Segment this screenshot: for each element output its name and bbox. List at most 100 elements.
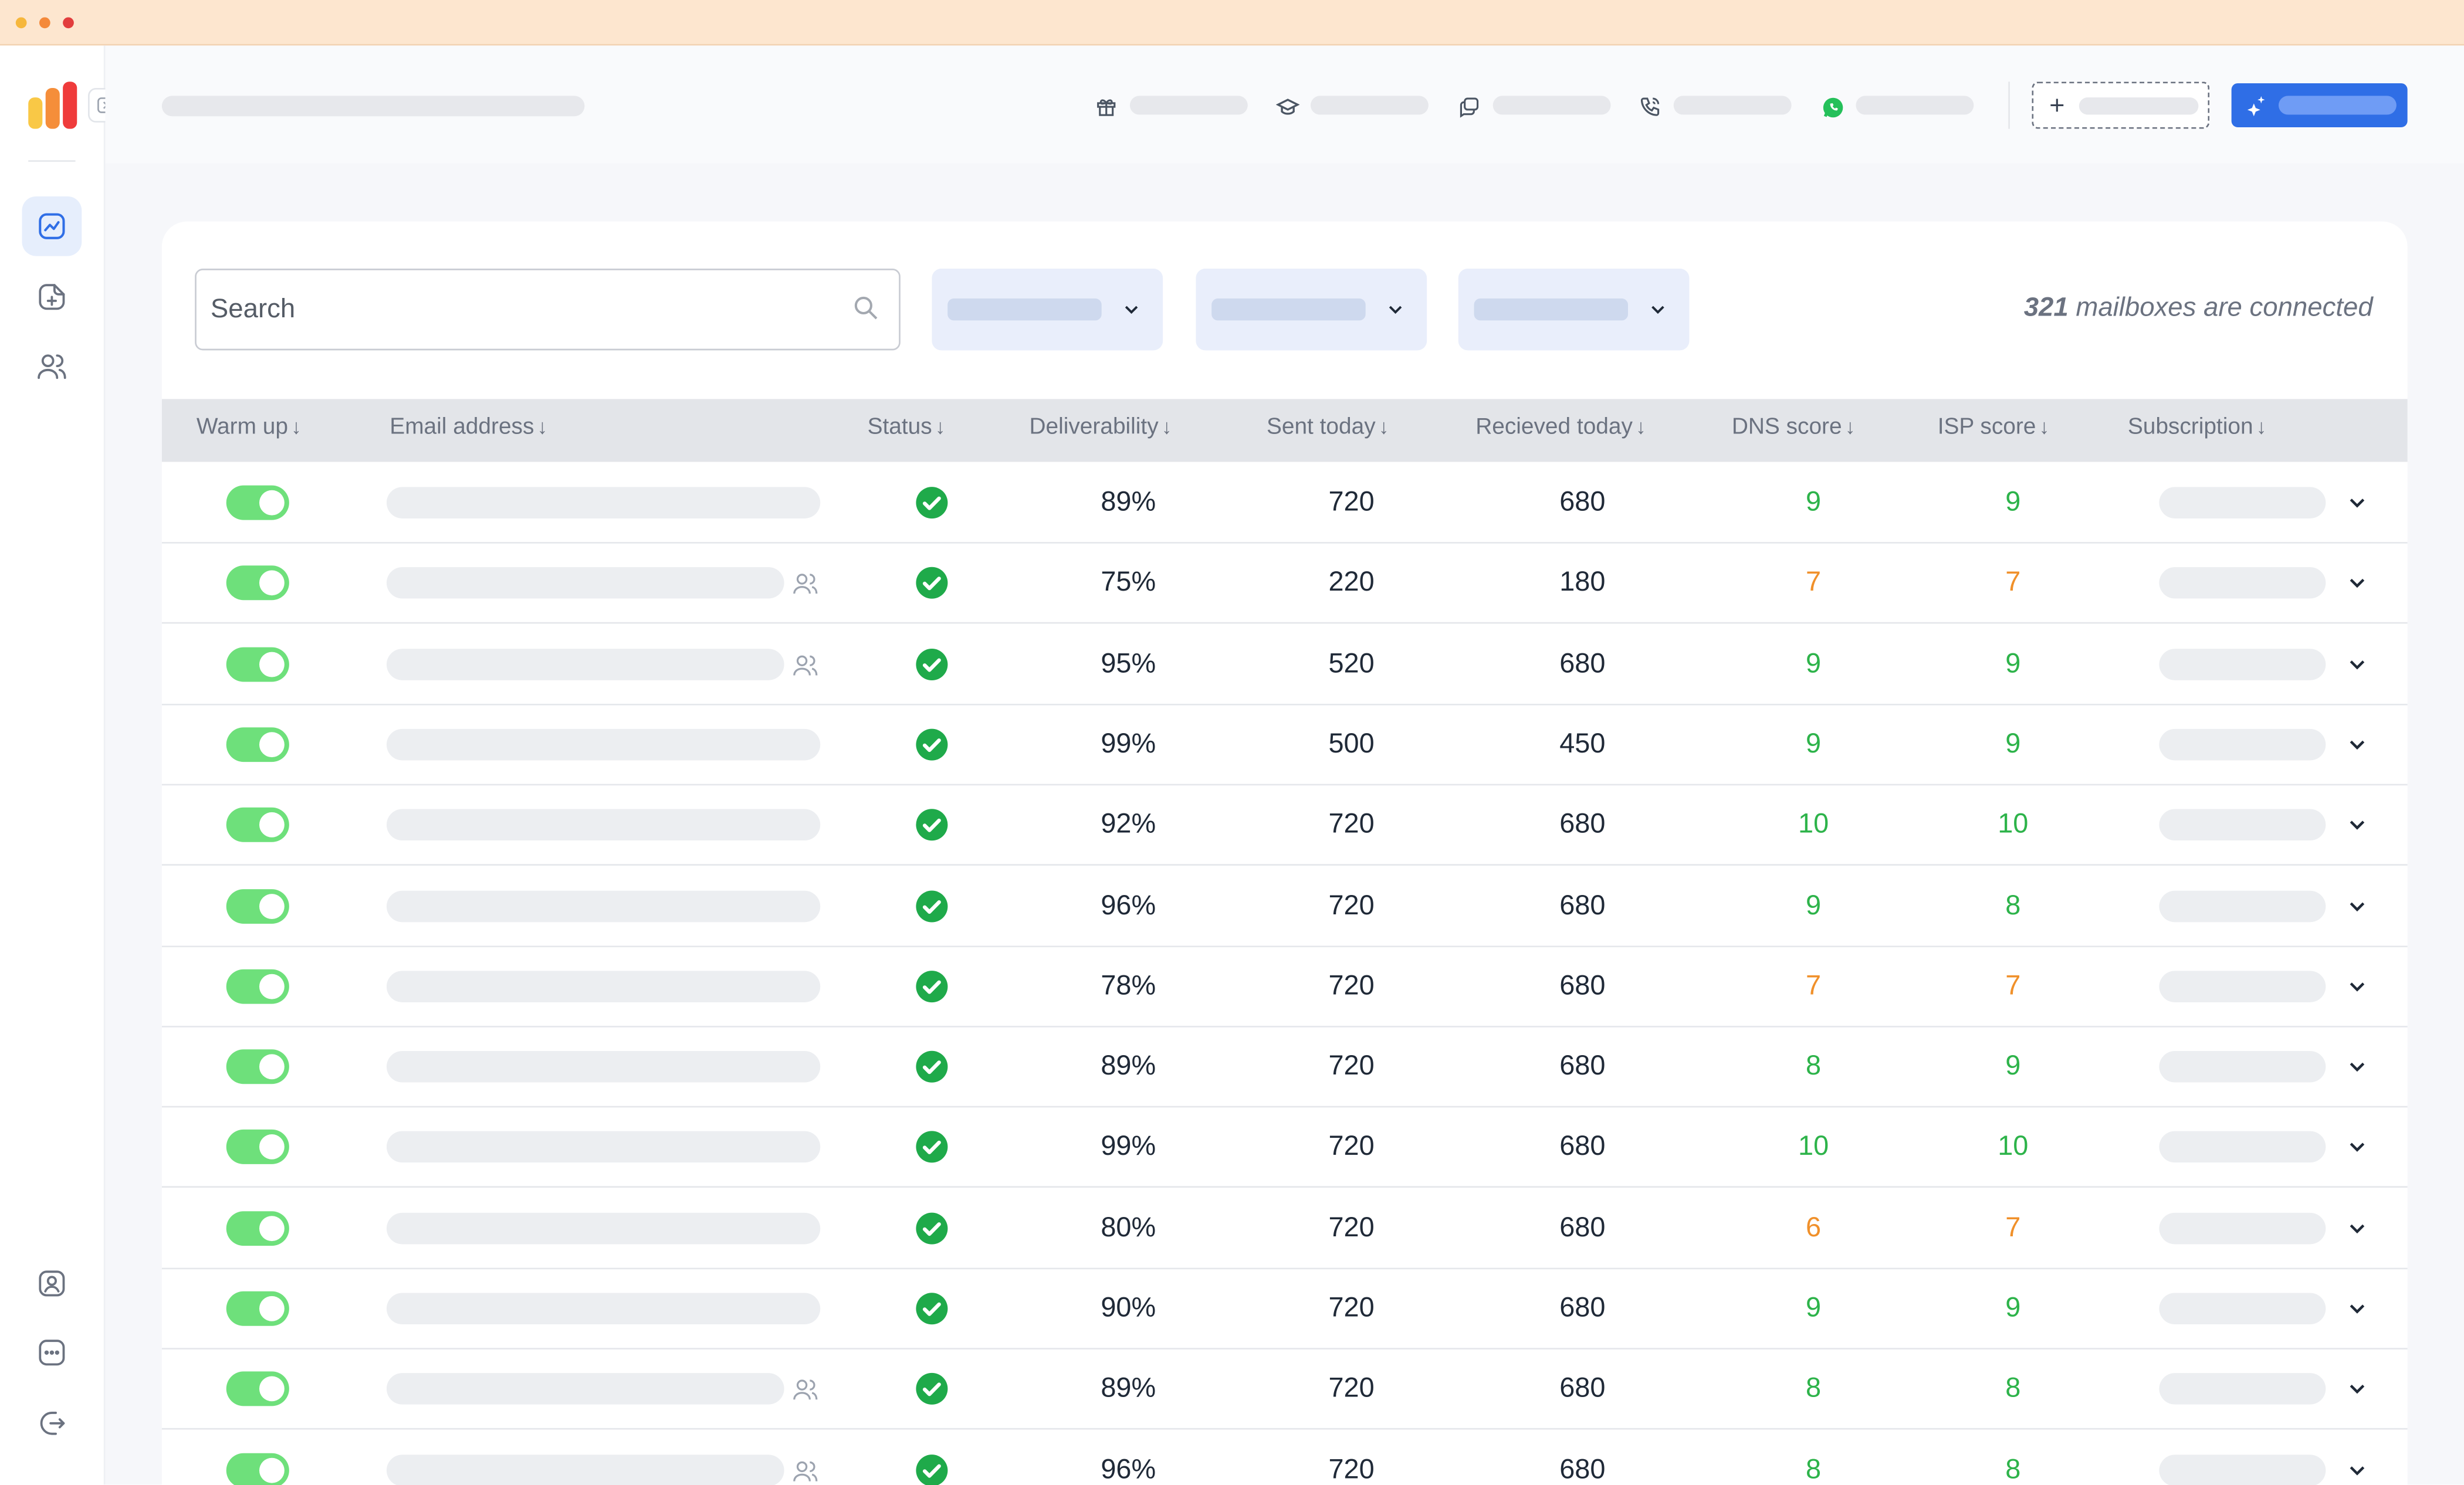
top-link-gift[interactable] <box>1094 94 1119 120</box>
top-link-messages-label[interactable] <box>1492 96 1611 115</box>
email-address-placeholder[interactable] <box>386 487 821 518</box>
column-header-status[interactable]: Status ↓ <box>868 415 946 440</box>
subscription-placeholder[interactable] <box>2159 1051 2326 1083</box>
email-address-placeholder[interactable] <box>386 1212 821 1244</box>
email-address-placeholder[interactable] <box>386 1051 821 1083</box>
chevron-down-icon[interactable] <box>2344 974 2370 999</box>
top-link-academy[interactable] <box>1274 94 1299 120</box>
shared-users-icon[interactable] <box>792 571 819 598</box>
top-link-phone-label[interactable] <box>1673 96 1792 115</box>
nav-create[interactable] <box>22 267 82 327</box>
top-link-phone[interactable] <box>1637 94 1663 120</box>
subscription-placeholder[interactable] <box>2159 970 2326 1002</box>
deliverability-value: 89% <box>1101 485 1156 517</box>
chevron-down-icon[interactable] <box>2344 1215 2370 1240</box>
email-address-placeholder[interactable] <box>386 1373 784 1405</box>
column-header-received-today[interactable]: Recieved today ↓ <box>1475 415 1646 440</box>
top-link-academy-label[interactable] <box>1310 96 1429 115</box>
chevron-down-icon[interactable] <box>2344 1135 2370 1160</box>
column-header-deliverability[interactable]: Deliverability ↓ <box>1029 415 1172 440</box>
top-link-messages[interactable] <box>1457 94 1482 120</box>
subscription-placeholder[interactable] <box>2159 1212 2326 1244</box>
search-input[interactable] <box>210 270 824 347</box>
column-header-subscription[interactable]: Subscription ↓ <box>2128 415 2267 440</box>
warm-up-toggle[interactable] <box>226 1130 289 1165</box>
column-header-label: Email address <box>390 415 534 440</box>
warm-up-toggle[interactable] <box>226 646 289 682</box>
warm-up-toggle[interactable] <box>226 1372 289 1407</box>
subscription-placeholder[interactable] <box>2159 890 2326 921</box>
sent-today-value: 520 <box>1328 646 1375 679</box>
column-header-isp-score[interactable]: ISP score ↓ <box>1938 415 2049 440</box>
subscription-placeholder[interactable] <box>2159 1293 2326 1325</box>
subscription-placeholder[interactable] <box>2159 487 2326 518</box>
chevron-down-icon[interactable] <box>2344 812 2370 838</box>
top-link-whatsapp[interactable] <box>1820 94 1845 120</box>
subscription-placeholder[interactable] <box>2159 648 2326 680</box>
nav-chat[interactable] <box>22 1323 82 1382</box>
ai-action-button[interactable] <box>2231 83 2408 127</box>
window-titlebar <box>0 0 2464 46</box>
subscription-placeholder[interactable] <box>2159 1454 2326 1485</box>
chevron-down-icon[interactable] <box>2344 1376 2370 1402</box>
email-address-placeholder[interactable] <box>386 890 821 921</box>
subscription-placeholder[interactable] <box>2159 1373 2326 1405</box>
nav-analytics[interactable] <box>22 196 82 256</box>
email-address-placeholder[interactable] <box>386 1454 784 1485</box>
warm-up-toggle[interactable] <box>226 1049 289 1084</box>
warm-up-toggle[interactable] <box>226 1211 289 1246</box>
sent-today-value: 720 <box>1328 1291 1375 1323</box>
warm-up-toggle[interactable] <box>226 485 289 520</box>
add-mailbox-button[interactable] <box>2032 82 2210 129</box>
nav-profile[interactable] <box>22 1254 82 1314</box>
chevron-down-icon[interactable] <box>2344 490 2370 516</box>
warm-up-toggle[interactable] <box>226 1291 289 1326</box>
subscription-placeholder[interactable] <box>2159 1131 2326 1164</box>
window-maximize-dot[interactable] <box>63 17 74 29</box>
chevron-down-icon[interactable] <box>2344 1055 2370 1080</box>
email-address-placeholder[interactable] <box>386 1131 821 1164</box>
filter-dropdown-1[interactable] <box>932 269 1163 351</box>
shared-users-icon[interactable] <box>792 1457 819 1484</box>
email-address-placeholder[interactable] <box>386 970 821 1002</box>
app-logo[interactable] <box>28 82 79 129</box>
subscription-placeholder[interactable] <box>2159 567 2326 599</box>
window-minimize-dot[interactable] <box>39 17 50 29</box>
warm-up-toggle[interactable] <box>226 969 289 1004</box>
warm-up-toggle[interactable] <box>226 727 289 762</box>
search-icon[interactable] <box>852 294 880 322</box>
email-address-placeholder[interactable] <box>386 809 821 841</box>
filter-dropdown-2[interactable] <box>1196 269 1427 351</box>
chevron-down-icon[interactable] <box>2344 732 2370 757</box>
email-address-placeholder[interactable] <box>386 1293 821 1325</box>
column-header-email[interactable]: Email address ↓ <box>390 415 547 440</box>
chevron-down-icon[interactable] <box>2344 652 2370 677</box>
top-link-gift-label[interactable] <box>1129 96 1248 115</box>
email-address-placeholder[interactable] <box>386 728 821 761</box>
column-header-dns-score[interactable]: DNS score ↓ <box>1732 415 1856 440</box>
subscription-placeholder[interactable] <box>2159 809 2326 841</box>
email-address-placeholder[interactable] <box>386 648 784 680</box>
chevron-down-icon[interactable] <box>2344 571 2370 596</box>
chevron-down-icon[interactable] <box>2344 893 2370 918</box>
nav-users[interactable] <box>22 336 82 396</box>
top-link-whatsapp-label[interactable] <box>1856 96 1974 115</box>
shared-users-icon[interactable] <box>792 652 819 679</box>
warm-up-toggle[interactable] <box>226 808 289 843</box>
chevron-down-icon[interactable] <box>2344 1296 2370 1321</box>
window-close-dot[interactable] <box>15 17 27 29</box>
subscription-placeholder[interactable] <box>2159 728 2326 761</box>
chevron-down-icon[interactable] <box>2344 1457 2370 1483</box>
phone-icon <box>1640 97 1660 116</box>
search-box[interactable] <box>195 269 901 351</box>
warm-up-toggle[interactable] <box>226 888 289 923</box>
status-ok-icon <box>916 567 948 599</box>
shared-users-icon[interactable] <box>792 1376 819 1403</box>
warm-up-toggle[interactable] <box>226 1452 289 1485</box>
filter-dropdown-3[interactable] <box>1458 269 1690 351</box>
column-header-sent-today[interactable]: Sent today ↓ <box>1267 415 1389 440</box>
column-header-warm-up[interactable]: Warm up ↓ <box>197 415 302 440</box>
nav-logout[interactable] <box>22 1394 82 1453</box>
warm-up-toggle[interactable] <box>226 566 289 601</box>
email-address-placeholder[interactable] <box>386 567 784 599</box>
